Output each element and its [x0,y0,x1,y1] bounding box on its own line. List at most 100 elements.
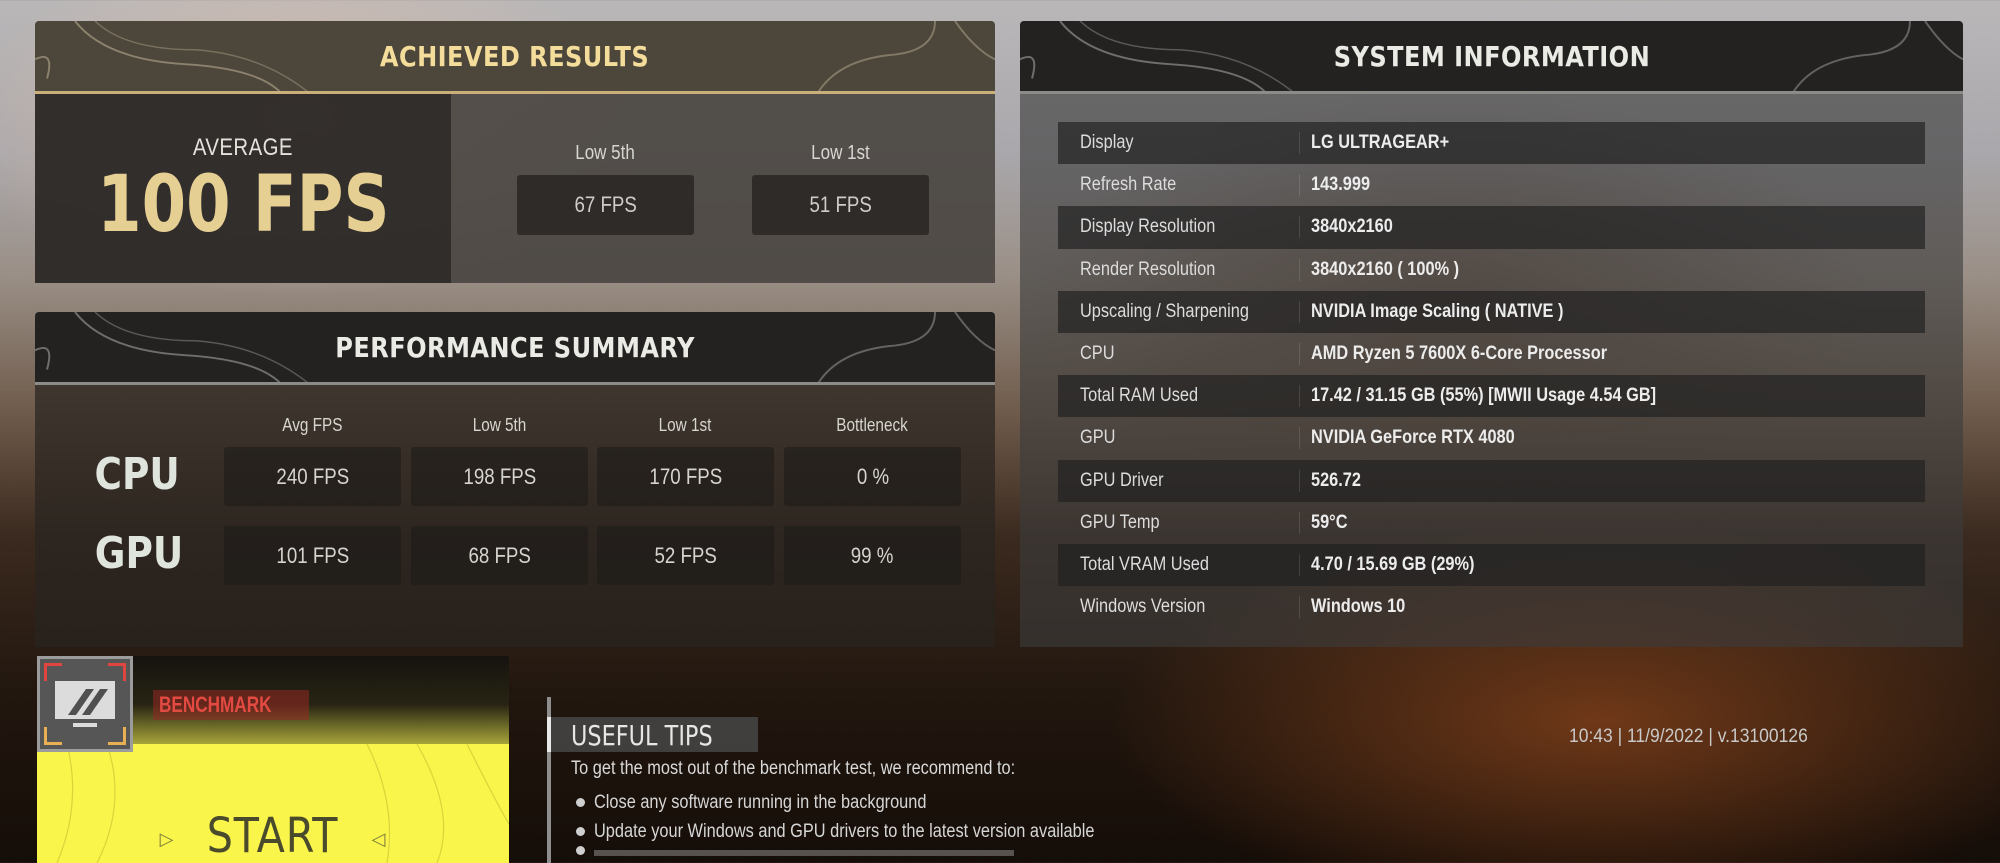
sys-row-display: Display LG ULTRAGEAR+ [1058,122,1925,165]
performance-summary-title: PERFORMANCE SUMMARY [335,330,695,364]
benchmark-tag-label: BENCHMARK [159,692,272,717]
sys-key: Display [1080,132,1134,154]
tip-text: Update your Windows and GPU drivers to t… [594,820,1095,842]
system-information-panel: SYSTEM INFORMATION Display LG ULTRAGEAR+ … [1020,21,1963,650]
timestamp-version-text: 10:43 | 11/9/2022 | v.13100126 [1569,726,1808,747]
column-header-low-1st: Low 1st [597,415,774,436]
sys-row-cpu: CPU AMD Ryzen 5 7600X 6-Core Processor [1058,333,1925,375]
arrow-left-icon: ◁ [371,828,387,850]
low-5th-value: 67 FPS [574,192,637,217]
start-label-row[interactable]: ▷ START ◁ [37,808,509,863]
system-info-table: Display LG ULTRAGEAR+ Refresh Rate 143.999… [1020,94,1963,647]
performance-summary-panel: PERFORMANCE SUMMARY Avg FPS Low 5th Low … [35,312,995,650]
gpu-low-5th-cell: 68 FPS [411,526,588,585]
useful-tips-section: USEFUL TIPS To get the most out of the b… [547,697,1307,863]
sys-key: GPU [1080,427,1116,449]
sys-key: Total VRAM Used [1080,553,1209,575]
list-item: Update your Windows and GPU drivers to t… [576,817,1307,846]
column-header-label: Bottleneck [836,415,909,435]
monitor-icon [55,681,115,727]
bullet-icon [576,846,585,855]
low-1st-column: Low 1st 51 FPS [752,142,929,283]
sys-row-refresh-rate: Refresh Rate 143.999 [1058,164,1925,206]
column-header-label: Low 1st [659,415,712,435]
sys-row-render-resolution: Render Resolution 3840x2160 ( 100% ) [1058,249,1925,291]
sys-key: Total RAM Used [1080,385,1199,407]
column-header-label: Avg FPS [282,415,343,435]
column-header-bottleneck: Bottleneck [784,415,961,436]
achieved-results-title: ACHIEVED RESULTS [380,39,650,73]
sys-value: NVIDIA Image Scaling ( NATIVE ) [1311,300,1564,322]
cell-value: 198 FPS [463,463,536,489]
achieved-results-header: ACHIEVED RESULTS [35,21,995,94]
list-item: Close any software running in the backgr… [576,788,1307,817]
average-label: AVERAGE [192,133,294,161]
sys-value: 4.70 / 15.69 GB (29%) [1311,553,1475,575]
bullet-icon [576,798,585,807]
start-label[interactable]: START [207,808,339,863]
cell-value: 101 FPS [276,542,349,568]
column-header-avg-fps: Avg FPS [224,415,401,436]
sys-value: 59°C [1311,511,1348,533]
sys-row-windows-version: Windows Version Windows 10 [1058,586,1925,628]
system-information-title: SYSTEM INFORMATION [1333,39,1650,73]
performance-summary-header: PERFORMANCE SUMMARY [35,312,995,385]
sys-row-gpu-temp: GPU Temp 59°C [1058,502,1925,544]
cpu-low-5th-cell: 198 FPS [411,447,588,506]
useful-tips-intro-text: To get the most out of the benchmark tes… [571,758,1016,779]
sys-key: CPU [1080,343,1115,365]
sys-value: 3840x2160 ( 100% ) [1311,258,1460,280]
list-item-truncated [576,846,1307,856]
column-header-low-5th: Low 5th [411,415,588,436]
gpu-low-1st-cell: 52 FPS [597,526,774,585]
arrow-right-icon: ▷ [159,828,175,850]
bullet-icon [576,827,585,836]
benchmark-tag: BENCHMARK [153,690,310,720]
sys-value: 3840x2160 [1311,216,1393,238]
sys-key: GPU Driver [1080,469,1164,491]
sys-key: Windows Version [1080,596,1206,618]
low-1st-value-box: 51 FPS [752,175,929,235]
cpu-bottleneck-cell: 0 % [784,447,961,506]
cpu-avg-fps-cell: 240 FPS [224,447,401,506]
system-information-header: SYSTEM INFORMATION [1020,21,1963,94]
sys-key: Display Resolution [1080,216,1216,238]
column-header-label: Low 5th [472,415,527,435]
low-5th-value-box: 67 FPS [517,175,694,235]
achieved-results-panel: ACHIEVED RESULTS AVERAGE 100 FPS Low 5th… [35,21,995,286]
sys-row-total-ram: Total RAM Used 17.42 / 31.15 GB (55%) [MW… [1058,375,1925,418]
useful-tips-title: USEFUL TIPS [547,717,759,752]
average-fps-value: 100 FPS [96,159,390,250]
cell-value: 240 FPS [276,463,349,489]
sys-value: LG ULTRAGEAR+ [1311,132,1450,154]
row-label-text: GPU [94,528,184,579]
truncated-tip-text [594,850,1014,856]
performance-table: Avg FPS Low 5th Low 1st Bottleneck CPU 2… [35,385,995,647]
tip-text: Close any software running in the backgr… [594,791,927,813]
useful-tips-title-text: USEFUL TIPS [571,719,713,752]
useful-tips-intro: To get the most out of the benchmark tes… [571,758,1307,780]
average-fps-box: AVERAGE 100 FPS [35,94,451,283]
cell-value: 170 FPS [649,463,722,489]
sys-row-gpu-driver: GPU Driver 526.72 [1058,459,1925,502]
timestamp-version-info: 10:43 | 11/9/2022 | v.13100126 [1569,726,1829,748]
low-5th-column: Low 5th 67 FPS [517,142,694,283]
sys-row-upscaling: Upscaling / Sharpening NVIDIA Image Scali… [1058,290,1925,333]
cell-value: 52 FPS [654,542,717,568]
sys-value: 526.72 [1311,469,1361,491]
sys-value: 143.999 [1311,174,1371,196]
cell-value: 99 % [851,542,894,568]
row-label-gpu: GPU [87,528,191,579]
low-1st-label: Low 1st [811,142,870,164]
sys-value: NVIDIA GeForce RTX 4080 [1311,427,1515,449]
row-label-cpu: CPU [87,449,187,500]
sys-key: Render Resolution [1080,258,1216,280]
low-5th-label: Low 5th [575,142,636,164]
benchmark-start-card[interactable]: BENCHMARK ▷ START ◁ [37,656,509,863]
cell-value: 0 % [856,463,889,489]
sys-row-total-vram: Total VRAM Used 4.70 / 15.69 GB (29%) [1058,543,1925,587]
benchmark-mode-icon [37,656,133,752]
gpu-avg-fps-cell: 101 FPS [224,526,401,585]
sys-key: Upscaling / Sharpening [1080,300,1249,322]
sys-key: Refresh Rate [1080,174,1177,196]
